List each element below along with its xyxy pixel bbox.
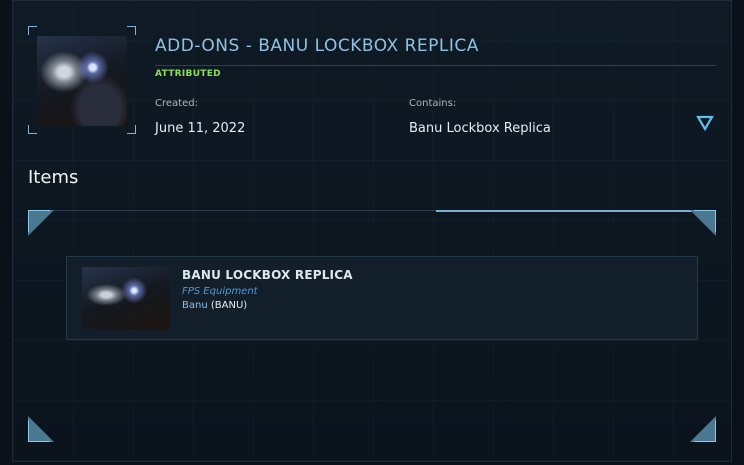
item-image [82, 267, 169, 329]
corner-bracket-icon [690, 416, 716, 442]
manufacturer-name: Banu [182, 300, 208, 311]
item-manufacturer: Banu (BANU) [182, 300, 247, 311]
created-label: Created: [155, 98, 198, 109]
contains-value: Banu Lockbox Replica [409, 121, 551, 136]
item-type: FPS Equipment [182, 286, 258, 297]
corner-bracket-icon [28, 416, 54, 442]
corner-bracket-icon [28, 210, 54, 236]
frame-corner [127, 26, 136, 35]
manufacturer-code: (BANU) [210, 300, 248, 311]
title-divider [155, 65, 716, 66]
triangle-down-icon [696, 115, 714, 132]
item-title: BANU LOCKBOX REPLICA [182, 268, 353, 282]
frame-corner [28, 125, 37, 134]
frame-corner [127, 125, 136, 134]
pledge-image [37, 36, 127, 126]
corner-bracket-icon [690, 210, 716, 236]
expand-toggle-button[interactable] [696, 114, 714, 132]
status-badge: ATTRIBUTED [155, 69, 221, 79]
frame-corner [28, 26, 37, 35]
created-value: June 11, 2022 [155, 121, 246, 136]
contains-label: Contains: [409, 98, 457, 109]
pledge-title: ADD-ONS - BANU LOCKBOX REPLICA [155, 36, 479, 56]
pledge-thumbnail [28, 26, 136, 134]
items-top-highlight [436, 210, 694, 212]
item-card[interactable]: BANU LOCKBOX REPLICA FPS Equipment Banu … [66, 256, 698, 340]
items-section-title: Items [28, 167, 79, 188]
